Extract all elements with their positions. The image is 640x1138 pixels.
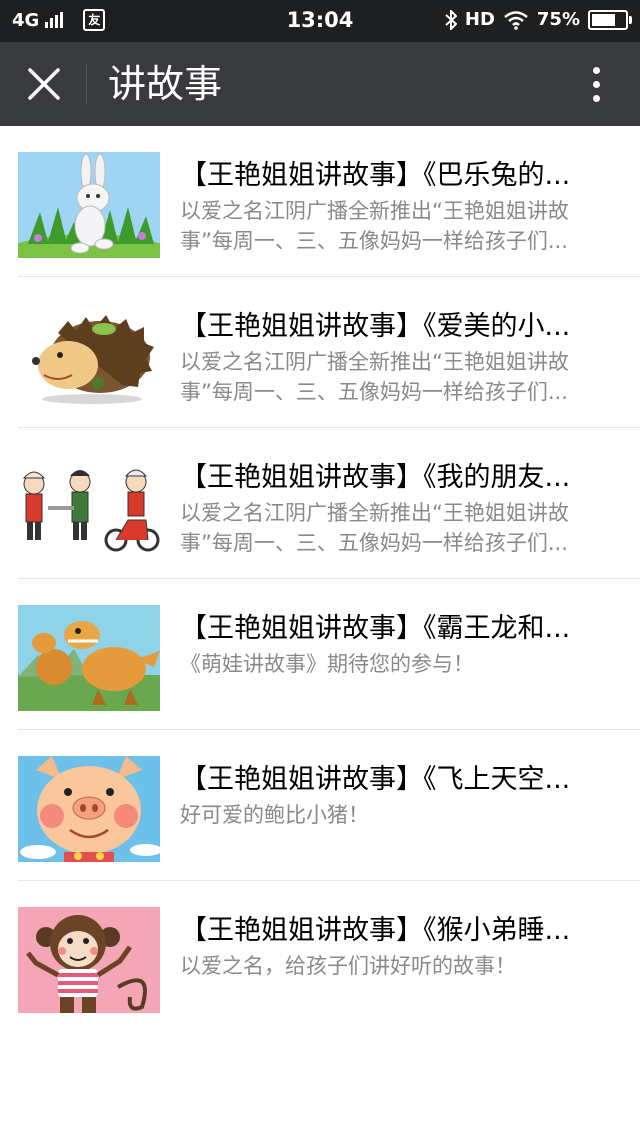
firefighters-illustration-icon bbox=[18, 454, 160, 560]
rabbit-illustration-icon bbox=[18, 152, 160, 258]
article-title: 【王艳姐姐讲故事】《猴小弟睡... bbox=[180, 915, 571, 946]
article-summary: 以爱之名，给孩子们讲好听的故事！ bbox=[180, 954, 516, 978]
article-summary: 以爱之名江阴广播全新推出“王艳姐姐讲故事”每周一、三、五像妈妈一样给孩子们... bbox=[180, 199, 569, 253]
article-item[interactable]: 【王艳姐姐讲故事】《巴乐兔的... 以爱之名江阴广播全新推出“王艳姐姐讲故事”每… bbox=[0, 126, 640, 277]
bluetooth-icon bbox=[445, 9, 457, 30]
article-item[interactable]: 【王艳姐姐讲故事】《飞上天空... 好可爱的鲍比小猪！ bbox=[0, 730, 640, 881]
article-summary: 以爱之名江阴广播全新推出“王艳姐姐讲故事”每周一、三、五像妈妈一样给孩子们... bbox=[180, 501, 569, 555]
article-item[interactable]: 【王艳姐姐讲故事】《爱美的小... 以爱之名江阴广播全新推出“王艳姐姐讲故事”每… bbox=[0, 277, 640, 428]
battery-fill bbox=[592, 13, 615, 26]
article-title: 【王艳姐姐讲故事】《飞上天空... bbox=[180, 764, 571, 795]
status-right: HD 75% bbox=[445, 9, 632, 30]
article-title: 【王艳姐姐讲故事】《霸王龙和... bbox=[180, 613, 571, 644]
article-title: 【王艳姐姐讲故事】《爱美的小... bbox=[180, 311, 571, 342]
article-item[interactable]: 【王艳姐姐讲故事】《猴小弟睡... 以爱之名，给孩子们讲好听的故事！ bbox=[0, 881, 640, 1032]
article-item[interactable]: 【王艳姐姐讲故事】《我的朋友... 以爱之名江阴广播全新推出“王艳姐姐讲故事”每… bbox=[0, 428, 640, 579]
article-title: 【王艳姐姐讲故事】《我的朋友... bbox=[180, 462, 571, 493]
article-list: 【王艳姐姐讲故事】《巴乐兔的... 以爱之名江阴广播全新推出“王艳姐姐讲故事”每… bbox=[0, 126, 640, 1032]
article-summary: 以爱之名江阴广播全新推出“王艳姐姐讲故事”每周一、三、五像妈妈一样给孩子们... bbox=[180, 350, 569, 404]
page-title: 讲故事 bbox=[108, 62, 223, 106]
hedgehog-illustration-icon bbox=[18, 303, 160, 409]
more-options-icon[interactable] bbox=[574, 62, 618, 106]
article-summary: 好可爱的鲍比小猪！ bbox=[180, 803, 369, 827]
article-title: 【王艳姐姐讲故事】《巴乐兔的... bbox=[180, 160, 571, 191]
hd-label: HD bbox=[464, 9, 495, 30]
dinosaurs-illustration-icon bbox=[18, 605, 160, 711]
nav-divider bbox=[86, 64, 87, 104]
close-icon[interactable] bbox=[22, 62, 66, 106]
pig-illustration-icon bbox=[18, 756, 160, 862]
article-item[interactable]: 【王艳姐姐讲故事】《霸王龙和... 《萌娃讲故事》期待您的参与！ bbox=[0, 579, 640, 730]
battery-icon bbox=[588, 9, 632, 30]
wifi-icon bbox=[504, 10, 528, 30]
monkey-illustration-icon bbox=[18, 907, 160, 1013]
article-summary: 《萌娃讲故事》期待您的参与！ bbox=[180, 652, 474, 676]
nav-bar: 讲故事 bbox=[0, 42, 640, 126]
battery-percent: 75% bbox=[536, 9, 580, 30]
status-bar: 4G 友 13:04 HD 75% bbox=[0, 0, 640, 42]
